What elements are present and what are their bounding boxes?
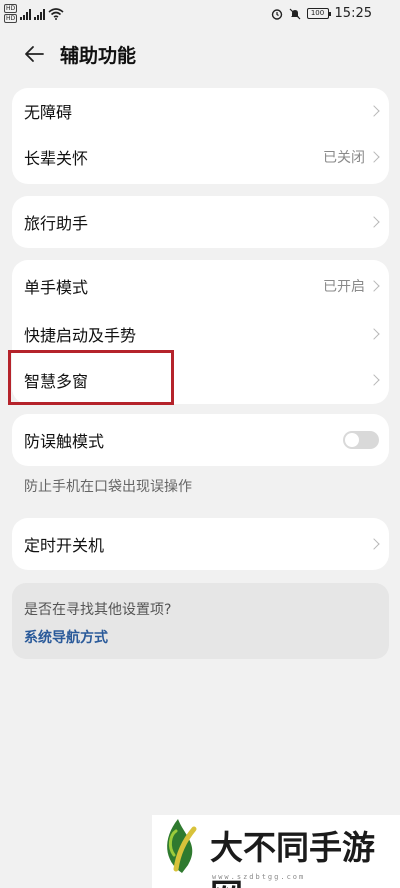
sim2-hd-badge: HD xyxy=(4,14,18,23)
accidental-touch-hint: 防止手机在口袋出现误操作 xyxy=(24,479,192,495)
row-one-hand-mode[interactable]: 单手模式 已开启 xyxy=(12,260,389,312)
row-label: 定时开关机 xyxy=(24,536,105,555)
back-arrow-icon[interactable] xyxy=(22,42,46,66)
sim1-hd-badge: HD xyxy=(4,4,18,13)
accidental-touch-toggle[interactable] xyxy=(343,431,379,449)
sim-indicators: HD HD xyxy=(4,4,18,23)
battery-icon: 100 xyxy=(306,8,331,19)
page-title: 辅助功能 xyxy=(60,45,137,67)
watermark-url: www.szdbtgg.com xyxy=(212,873,306,881)
clock: 15:25 xyxy=(334,6,372,21)
page-header: 辅助功能 xyxy=(0,36,400,72)
row-accessibility[interactable]: 无障碍 xyxy=(12,88,389,134)
chevron-right-icon xyxy=(368,151,380,163)
signal-1-icon xyxy=(20,8,32,20)
wifi-icon xyxy=(48,7,64,20)
row-label: 快捷启动及手势 xyxy=(24,326,137,345)
mute-icon xyxy=(289,8,300,19)
row-travel-assistant[interactable]: 旅行助手 xyxy=(12,196,389,248)
chevron-right-icon xyxy=(368,280,380,292)
row-value: 已开启 xyxy=(323,279,365,295)
row-elder-care[interactable]: 长辈关怀 已关闭 xyxy=(12,134,389,180)
status-bar: HD HD 100 15:25 xyxy=(0,0,400,30)
row-label: 单手模式 xyxy=(24,278,89,297)
row-label: 旅行助手 xyxy=(24,214,89,233)
highlight-box xyxy=(8,350,174,405)
row-value: 已关闭 xyxy=(323,150,365,166)
row-scheduled-power[interactable]: 定时开关机 xyxy=(12,518,389,570)
status-left: HD HD xyxy=(4,4,64,23)
suggestion-link-system-navigation[interactable]: 系统导航方式 xyxy=(24,627,108,647)
row-accidental-touch: 防误触模式 xyxy=(12,414,389,466)
alarm-icon xyxy=(271,8,282,20)
status-right: 100 15:25 xyxy=(271,6,372,21)
watermark: 大不同手游网 www.szdbtgg.com xyxy=(152,815,400,888)
suggestion-question: 是否在寻找其他设置项? xyxy=(24,602,172,618)
suggestion-card: 是否在寻找其他设置项? 系统导航方式 xyxy=(12,583,389,659)
settings-group-2: 旅行助手 xyxy=(12,196,389,248)
settings-group-4: 防误触模式 xyxy=(12,414,389,466)
settings-group-5: 定时开关机 xyxy=(12,518,389,570)
signal-2-icon xyxy=(34,8,46,20)
settings-group-1: 无障碍 长辈关怀 已关闭 xyxy=(12,88,389,184)
row-label: 长辈关怀 xyxy=(24,149,89,168)
leaf-logo-icon xyxy=(167,819,197,873)
row-label: 无障碍 xyxy=(24,103,73,122)
battery-level: 100 xyxy=(310,9,325,17)
row-label: 防误触模式 xyxy=(24,432,105,451)
